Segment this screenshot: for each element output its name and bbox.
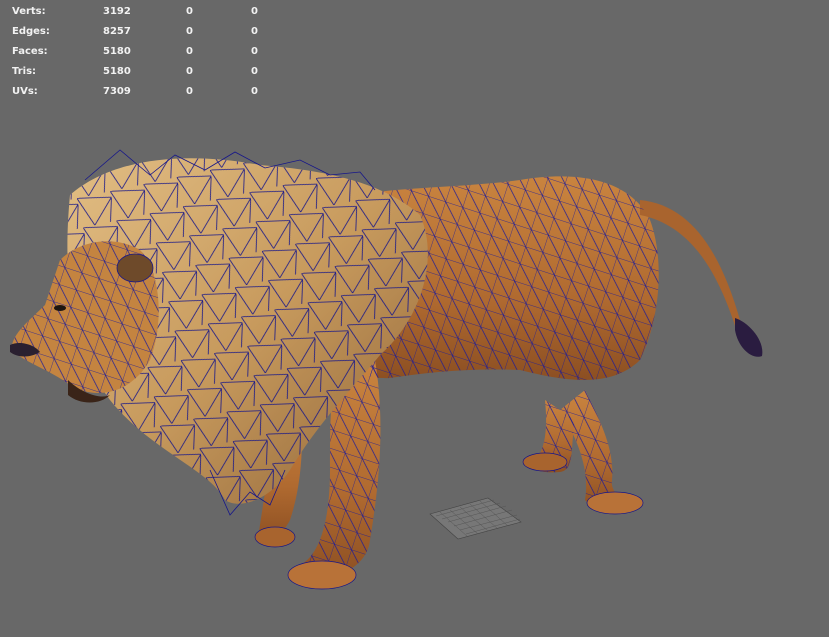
ground-grid xyxy=(429,497,522,540)
ear-shape xyxy=(116,253,154,283)
3d-viewport[interactable]: Verts: 3192 0 0 Edges: 8257 0 0 Faces: 5… xyxy=(0,0,829,637)
lion-model-scene[interactable] xyxy=(0,0,829,637)
eye-shape xyxy=(54,305,66,311)
